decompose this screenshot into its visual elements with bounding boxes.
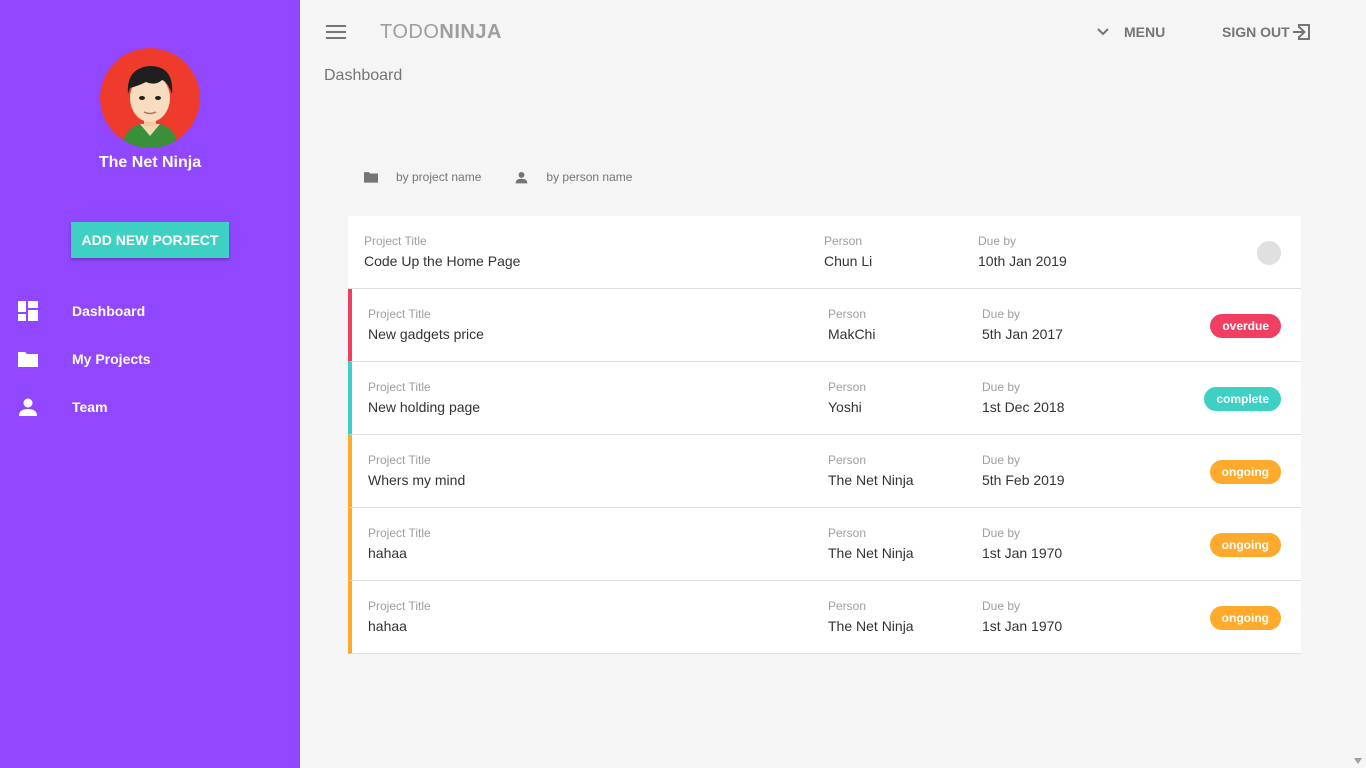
brand-light: TODO	[380, 21, 440, 43]
project-row: Project Title Code Up the Home Page Pers…	[348, 216, 1301, 289]
project-person: Yoshi	[828, 399, 862, 415]
due-label: Due by	[982, 599, 1021, 613]
project-person: The Net Ninja	[828, 545, 914, 561]
person-label: Person	[828, 526, 867, 540]
project-person: The Net Ninja	[828, 618, 914, 634]
project-row: Project Title hahaa Person The Net Ninja…	[348, 581, 1301, 654]
project-title: New holding page	[368, 399, 481, 415]
due-label: Due by	[982, 526, 1021, 540]
exit-icon	[1292, 24, 1310, 40]
project-title: New gadgets price	[368, 326, 484, 342]
navigation-drawer: The Net Ninja ADD NEW PORJECT Dashboard …	[0, 0, 300, 768]
due-label: Due by	[982, 380, 1021, 394]
menu-label: MENU	[1124, 24, 1166, 40]
hamburger-menu-icon[interactable]	[326, 22, 346, 42]
sidebar-nav: Dashboard My Projects Team	[0, 287, 300, 431]
sidebar-item-label: Dashboard	[72, 303, 146, 319]
project-due-date: 5th Feb 2019	[982, 472, 1065, 488]
app-toolbar: TODONINJA MENU SIGN OUT	[300, 0, 1350, 64]
folder-icon	[18, 352, 38, 367]
sort-by-project-button[interactable]: by project name	[364, 170, 481, 184]
add-new-project-button[interactable]: ADD NEW PORJECT	[71, 222, 229, 258]
sidebar-item-team[interactable]: Team	[0, 383, 300, 431]
person-icon	[19, 398, 37, 416]
app-brand: TODONINJA	[380, 21, 502, 44]
person-icon	[516, 171, 528, 183]
project-title: hahaa	[368, 545, 407, 561]
project-list: Project Title Code Up the Home Page Pers…	[348, 216, 1301, 654]
person-label: Person	[828, 599, 867, 613]
sidebar-item-label: Team	[72, 399, 108, 415]
project-title: Code Up the Home Page	[364, 253, 521, 269]
chevron-down-icon	[1097, 28, 1109, 36]
project-row: Project Title New holding page Person Yo…	[348, 362, 1301, 435]
title-label: Project Title	[364, 234, 427, 248]
title-label: Project Title	[368, 599, 431, 613]
project-row: Project Title hahaa Person The Net Ninja…	[348, 508, 1301, 581]
project-due-date: 1st Jan 1970	[982, 618, 1063, 634]
project-person: The Net Ninja	[828, 472, 914, 488]
project-due-date: 1st Jan 1970	[982, 545, 1063, 561]
person-label: Person	[824, 234, 863, 248]
dashboard-icon	[18, 301, 38, 321]
project-title: hahaa	[368, 618, 407, 634]
sort-by-person-label: by person name	[546, 170, 633, 184]
sidebar-item-my-projects[interactable]: My Projects	[0, 335, 300, 383]
project-due-date: 10th Jan 2019	[978, 253, 1067, 269]
title-label: Project Title	[368, 526, 431, 540]
person-label: Person	[828, 380, 867, 394]
sort-by-person-button[interactable]: by person name	[515, 170, 632, 184]
project-row: Project Title Whers my mind Person The N…	[348, 435, 1301, 508]
project-due-date: 5th Jan 2017	[982, 326, 1063, 342]
title-label: Project Title	[368, 453, 431, 467]
due-label: Due by	[982, 307, 1021, 321]
due-label: Due by	[982, 453, 1021, 467]
project-person: Chun Li	[824, 253, 873, 269]
sidebar-item-dashboard[interactable]: Dashboard	[0, 287, 300, 335]
project-due-date: 1st Dec 2018	[982, 399, 1065, 415]
project-title: Whers my mind	[368, 472, 466, 488]
status-badge: ongoing	[1209, 606, 1281, 630]
sign-out-button[interactable]: SIGN OUT	[1222, 20, 1312, 44]
brand-bold: NINJA	[439, 21, 502, 43]
status-indicator	[1257, 241, 1281, 265]
sort-by-project-label: by project name	[396, 170, 482, 184]
status-badge: overdue	[1210, 314, 1281, 338]
person-label: Person	[828, 453, 867, 467]
title-label: Project Title	[368, 307, 431, 321]
project-person: MakChi	[828, 326, 876, 342]
sign-out-label: SIGN OUT	[1222, 24, 1290, 40]
sort-bar: by project name by person name	[364, 170, 666, 184]
avatar	[100, 48, 200, 148]
title-label: Project Title	[368, 380, 431, 394]
status-badge: ongoing	[1209, 460, 1281, 484]
sidebar-item-label: My Projects	[72, 351, 151, 367]
status-badge: ongoing	[1209, 533, 1281, 557]
user-name: The Net Ninja	[98, 154, 202, 171]
folder-icon	[364, 172, 378, 183]
scroll-down-arrow-icon[interactable]	[1354, 758, 1362, 764]
status-badge: complete	[1204, 387, 1281, 411]
project-row: Project Title New gadgets price Person M…	[348, 289, 1301, 362]
menu-button[interactable]: MENU	[1096, 20, 1165, 44]
person-label: Person	[828, 307, 867, 321]
page-title: Dashboard	[324, 67, 403, 84]
due-label: Due by	[978, 234, 1017, 248]
